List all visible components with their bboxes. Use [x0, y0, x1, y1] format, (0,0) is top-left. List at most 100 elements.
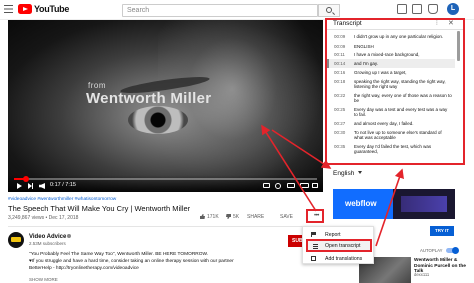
autoplay-toggle[interactable]: [446, 246, 459, 254]
miniplayer-icon[interactable]: [287, 183, 295, 188]
ad-try-it-button[interactable]: TRY IT: [430, 226, 454, 236]
transcript-timestamp: 00:18: [334, 79, 346, 84]
transcript-row[interactable]: 00:18 speaking the right way, standing th…: [327, 77, 455, 91]
verified-icon: [67, 234, 72, 238]
transcript-row[interactable]: 00:09 ENGLISH: [327, 42, 455, 50]
transcript-row[interactable]: 00:14 and I'm gay.: [327, 59, 455, 68]
description-line-1: "You Probably Feel The Same Way Too", We…: [29, 252, 209, 257]
video-time: 0:17 / 7:15: [50, 182, 76, 188]
show-more-link[interactable]: SHOW MORE: [29, 277, 58, 282]
search-button[interactable]: [318, 4, 340, 17]
transcript-text: and I'm gay.: [354, 61, 379, 66]
save-button[interactable]: SAVE: [280, 214, 293, 220]
channel-avatar[interactable]: [8, 232, 24, 248]
transcript-timestamp: 00:35: [334, 144, 346, 149]
transcript-text: To not live up to someone else's standar…: [354, 130, 442, 141]
transcript-text: I have a mixed-race background,: [354, 52, 420, 57]
notifications-bell-icon[interactable]: [428, 4, 438, 14]
transcript-timestamp: 00:27: [334, 121, 346, 126]
transcript-row[interactable]: 00:27 and almost every day, I failed.: [327, 119, 455, 128]
transcript-timestamp: 00:14: [334, 61, 346, 66]
video-player[interactable]: from Wentworth Miller 0:17 / 7:15: [8, 20, 323, 192]
dislike-count: 5K: [233, 214, 240, 220]
description-line-3[interactable]: BetterHelp - http://tryonlinetherapy.com…: [29, 266, 289, 271]
save-label: SAVE: [280, 214, 293, 220]
transcript-header-divider: [327, 29, 463, 30]
transcript-timestamp: 00:30: [334, 130, 346, 135]
video-title: The Speech That Will Make You Cry | Went…: [8, 204, 191, 213]
transcript-language-select[interactable]: English: [333, 170, 413, 180]
ad-banner-webflow[interactable]: webflow: [333, 189, 393, 219]
next-icon[interactable]: [28, 183, 33, 189]
transcript-text: Every day was a test and every test was …: [354, 107, 448, 118]
menu-item-label: Open transcript: [325, 243, 361, 249]
video-hashtags[interactable]: #videoadvice #wentworthmiller #whatisont…: [8, 197, 116, 202]
transcript-row[interactable]: 00:22 the right way, every one of those w…: [327, 91, 455, 105]
autoplay-label: AUTOPLAY: [420, 248, 443, 253]
transcript-text: the right way, every one of those was a …: [354, 93, 452, 104]
page: YouTube Search L from Wentworth Miller 0…: [0, 0, 474, 283]
video-overlay-name: Wentworth Miller: [86, 90, 212, 107]
transcript-scrollbar[interactable]: [457, 31, 460, 61]
transcript-text: Every day I'd failed the test, which was…: [354, 144, 432, 155]
thumbs-down-icon: [226, 214, 231, 219]
video-frame-eye: [128, 106, 188, 134]
transcript-text: Growing up I was a target,: [354, 70, 407, 75]
search-input[interactable]: Search: [122, 4, 318, 17]
transcript-timestamp: 00:09: [334, 34, 346, 39]
description-line-2: ♥If you struggle and have a hard time, c…: [29, 259, 234, 264]
divider: [8, 226, 338, 227]
transcript-row[interactable]: 00:09 I didn't grow up in any one particu…: [327, 32, 455, 42]
video-overlay-from: from: [88, 81, 106, 90]
add-translation-icon: [311, 256, 316, 261]
channel-name[interactable]: Video Advice: [29, 234, 72, 240]
transcript-title: Transcript: [333, 20, 362, 27]
share-label: SHARE: [247, 214, 265, 220]
recommended-channel[interactable]: dexx111: [414, 272, 429, 277]
like-button[interactable]: 171K: [200, 214, 219, 220]
share-button[interactable]: SHARE: [247, 214, 264, 220]
create-video-icon[interactable]: [397, 4, 407, 14]
transcript-text: ENGLISH: [354, 44, 374, 49]
channel-name-text: Video Advice: [29, 234, 67, 240]
transcript-row[interactable]: 00:25 Every day was a test and every test…: [327, 105, 455, 119]
menu-item-label: Add translations: [325, 256, 363, 262]
transcript-row[interactable]: 00:30 To not live up to someone else's st…: [327, 128, 455, 142]
hamburger-menu-icon[interactable]: [4, 5, 13, 13]
transcript-row[interactable]: 00:11 I have a mixed-race background,: [327, 50, 455, 59]
close-icon[interactable]: ✕: [448, 19, 454, 27]
play-icon[interactable]: [17, 183, 22, 189]
language-label: English: [333, 170, 355, 177]
menu-item-label: Report: [325, 232, 341, 238]
menu-item-add-translations[interactable]: Add translations: [306, 253, 372, 264]
subscriber-count: 2.53M subscribers: [29, 241, 66, 246]
transcript-timestamp: 00:16: [334, 70, 346, 75]
menu-item-open-transcript[interactable]: Open transcript: [306, 239, 372, 252]
dislike-button[interactable]: 5K: [226, 214, 239, 220]
captions-icon[interactable]: [263, 183, 270, 188]
video-progress-bar[interactable]: [14, 176, 317, 182]
apps-grid-icon[interactable]: [412, 4, 422, 14]
more-actions-button[interactable]: •••: [306, 209, 324, 223]
fullscreen-icon[interactable]: [312, 183, 318, 188]
transcript-timestamp: 00:22: [334, 93, 346, 98]
like-count: 171K: [207, 214, 219, 220]
transcript-more-icon[interactable]: ⋮: [434, 20, 440, 26]
theater-mode-icon[interactable]: [300, 183, 309, 188]
transcript-text: speaking the right way, standing the rig…: [354, 79, 446, 90]
youtube-logo-icon[interactable]: [18, 4, 32, 14]
youtube-logo-text[interactable]: YouTube: [34, 4, 69, 14]
ad-banner-image[interactable]: [393, 189, 455, 219]
chevron-down-icon: [358, 171, 363, 174]
transcript-row[interactable]: 00:35 Every day I'd failed the test, whic…: [327, 142, 455, 156]
transcript-timestamp: 00:09: [334, 44, 346, 49]
thumbs-up-icon: [200, 214, 205, 219]
transcript-text: and almost every day, I failed.: [354, 121, 414, 126]
search-icon: [326, 7, 332, 13]
flag-icon: [311, 232, 316, 237]
transcript-row[interactable]: 00:16 Growing up I was a target,: [327, 68, 455, 77]
transcript-icon: [313, 244, 318, 249]
user-avatar[interactable]: L: [447, 3, 459, 15]
views-and-date: 3,249,867 views • Dec 17, 2018: [8, 215, 79, 221]
settings-gear-icon[interactable]: [275, 183, 281, 189]
